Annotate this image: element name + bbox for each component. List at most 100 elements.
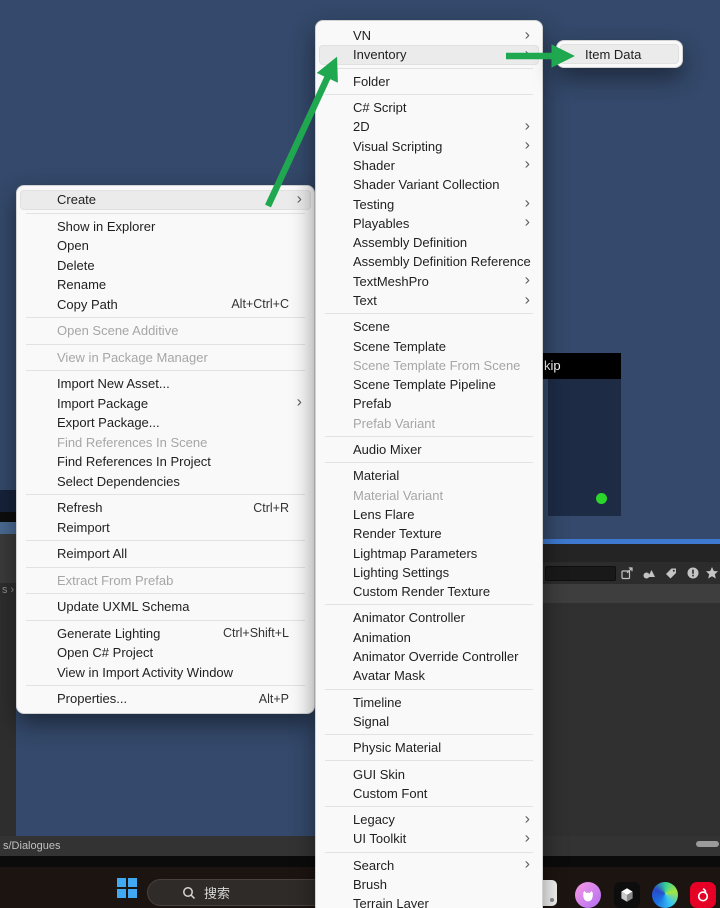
chevron-right-icon: › (524, 117, 530, 135)
menu-item-open-c-project[interactable]: Open C# Project (20, 643, 311, 663)
menu-item-folder[interactable]: Folder (319, 72, 539, 91)
menu-item-delete[interactable]: Delete (20, 256, 311, 276)
menu-item-label: Import New Asset... (57, 376, 170, 392)
menu-item-shader[interactable]: Shader › (319, 156, 539, 175)
menu-item-lighting-settings[interactable]: Lighting Settings (319, 563, 539, 582)
horizontal-scrollbar[interactable] (696, 841, 719, 847)
menu-item-visual-scripting[interactable]: Visual Scripting › (319, 136, 539, 155)
search-icon (183, 886, 196, 899)
chevron-right-icon: › (524, 829, 530, 847)
menu-item-label: Copy Path (57, 296, 118, 312)
menu-item-generate-lighting[interactable]: Generate Lighting Ctrl+Shift+L (20, 624, 311, 644)
edge-browser-icon[interactable] (652, 882, 678, 908)
menu-item-prefab[interactable]: Prefab (319, 394, 539, 413)
menu-item-avatar-mask[interactable]: Avatar Mask (319, 666, 539, 685)
menu-item-label: Properties... (57, 691, 128, 707)
menu-item-export-package[interactable]: Export Package... (20, 413, 311, 433)
filter-by-type-icon[interactable] (638, 564, 660, 582)
menu-item-render-texture[interactable]: Render Texture (319, 524, 539, 543)
unity-hub-icon[interactable] (614, 882, 640, 908)
menu-item-reimport[interactable]: Reimport (20, 518, 311, 538)
favorites-star-icon[interactable] (704, 564, 720, 582)
menu-item-reimport-all[interactable]: Reimport All (20, 544, 311, 564)
menu-item-scene[interactable]: Scene (319, 317, 539, 336)
menu-item-scene-template-pipeline[interactable]: Scene Template Pipeline (319, 375, 539, 394)
menu-item-physic-material[interactable]: Physic Material (319, 738, 539, 757)
menu-item-textmeshpro[interactable]: TextMeshPro › (319, 272, 539, 291)
menu-item-brush[interactable]: Brush (319, 875, 539, 894)
menu-item-gui-skin[interactable]: GUI Skin (319, 764, 539, 783)
menu-item-testing[interactable]: Testing › (319, 194, 539, 213)
menu-item-lightmap-parameters[interactable]: Lightmap Parameters (319, 543, 539, 562)
menu-item-import-new-asset[interactable]: Import New Asset... (20, 374, 311, 394)
menu-item-animator-controller[interactable]: Animator Controller (319, 608, 539, 627)
menu-item-vn[interactable]: VN › (319, 26, 539, 45)
menu-item-custom-render-texture[interactable]: Custom Render Texture (319, 582, 539, 601)
menu-item-material[interactable]: Material (319, 466, 539, 485)
project-search-input[interactable] (545, 565, 616, 581)
menu-item-assembly-definition-reference[interactable]: Assembly Definition Reference (319, 252, 539, 271)
menu-item-text[interactable]: Text › (319, 291, 539, 310)
menu-separator (26, 593, 305, 594)
menu-item-assembly-definition[interactable]: Assembly Definition (319, 233, 539, 252)
menu-item-scene-template[interactable]: Scene Template (319, 336, 539, 355)
menu-item-playables[interactable]: Playables › (319, 214, 539, 233)
project-breadcrumb[interactable]: s › (2, 584, 14, 596)
menu-item-rename[interactable]: Rename (20, 275, 311, 295)
menu-item-properties[interactable]: Properties... Alt+P (20, 689, 311, 709)
menu-item-label: Lens Flare (353, 506, 415, 522)
cat-app-icon[interactable] (575, 882, 601, 908)
chevron-right-icon: › (296, 190, 302, 208)
menu-separator (26, 212, 305, 214)
menu-item-label: Timeline (353, 694, 402, 710)
menu-item-2d[interactable]: 2D › (319, 117, 539, 136)
menu-item-select-dependencies[interactable]: Select Dependencies (20, 472, 311, 492)
netease-music-icon[interactable] (690, 882, 716, 908)
start-button[interactable] (117, 878, 137, 898)
menu-item-find-references-in-project[interactable]: Find References In Project (20, 452, 311, 472)
menu-item-label: Render Texture (353, 526, 442, 542)
menu-item-refresh[interactable]: Refresh Ctrl+R (20, 498, 311, 518)
menu-item-update-uxml-schema[interactable]: Update UXML Schema (20, 597, 311, 617)
menu-item-c-script[interactable]: C# Script (319, 98, 539, 117)
menu-item-label: VN (353, 28, 372, 44)
menu-item-copy-path[interactable]: Copy Path Alt+Ctrl+C (20, 295, 311, 315)
menu-item-import-package[interactable]: Import Package › (20, 394, 311, 414)
menu-item-timeline[interactable]: Timeline (319, 693, 539, 712)
info-icon[interactable] (682, 564, 704, 582)
menu-separator (325, 435, 533, 437)
menu-item-label: Scene Template Pipeline (353, 377, 496, 393)
menu-item-label: Shader (353, 157, 395, 173)
menu-item-signal[interactable]: Signal (319, 712, 539, 731)
menu-item-search[interactable]: Search › (319, 856, 539, 875)
menu-item-legacy[interactable]: Legacy › (319, 810, 539, 829)
menu-item-shader-variant-collection[interactable]: Shader Variant Collection (319, 175, 539, 194)
menu-item-animation[interactable]: Animation (319, 628, 539, 647)
menu-item-create[interactable]: Create › (20, 190, 311, 210)
filter-by-label-icon[interactable] (660, 564, 682, 582)
menu-item-label: Custom Render Texture (353, 584, 491, 600)
menu-item-audio-mixer[interactable]: Audio Mixer (319, 440, 539, 459)
menu-separator (26, 370, 305, 371)
status-bar-path: s/Dialogues (3, 840, 61, 852)
menu-item-inventory[interactable]: Inventory › (319, 45, 539, 65)
menu-item-lens-flare[interactable]: Lens Flare (319, 505, 539, 524)
menu-item-find-references-in-scene: Find References In Scene (20, 433, 311, 453)
menu-item-view-in-import-activity-window[interactable]: View in Import Activity Window (20, 663, 311, 683)
menu-item-item-data[interactable]: Item Data (560, 44, 679, 64)
menu-item-label: Extract From Prefab (57, 572, 174, 588)
menu-item-terrain-layer[interactable]: Terrain Layer (319, 894, 539, 908)
menu-item-label: Open (57, 238, 89, 254)
menu-item-show-in-explorer[interactable]: Show in Explorer (20, 217, 311, 237)
menu-item-animator-override-controller[interactable]: Animator Override Controller (319, 647, 539, 666)
menu-item-open[interactable]: Open (20, 236, 311, 256)
menu-item-label: Material Variant (353, 487, 444, 503)
menu-item-view-in-package-manager: View in Package Manager (20, 348, 311, 368)
menu-item-ui-toolkit[interactable]: UI Toolkit › (319, 829, 539, 848)
expand-icon[interactable] (616, 564, 638, 582)
menu-item-extract-from-prefab: Extract From Prefab (20, 571, 311, 591)
menu-item-label: C# Script (353, 100, 407, 116)
menu-item-custom-font[interactable]: Custom Font (319, 784, 539, 803)
menu-item-scene-template-from-scene: Scene Template From Scene (319, 356, 539, 375)
menu-item-label: Scene Template (353, 338, 446, 354)
